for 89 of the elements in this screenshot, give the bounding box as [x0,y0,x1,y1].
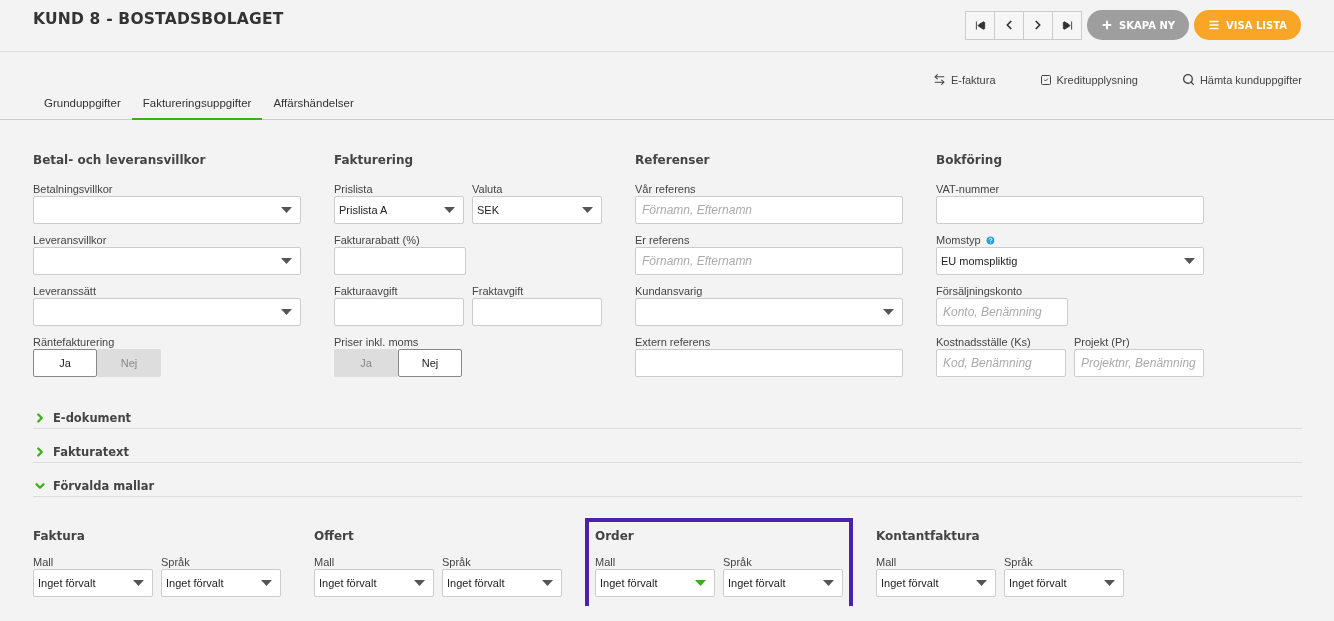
skip-forward-icon [1061,19,1073,31]
skip-back-icon [974,19,986,31]
field-label: Projekt (Pr) [1074,335,1131,349]
page-title: KUND 8 - BOSTADSBOLAGET [33,10,284,28]
input-field[interactable]: Kod, Benämning [936,349,1066,377]
select-field[interactable]: Inget förvalt [1004,569,1124,597]
action-link[interactable]: E-faktura [932,65,996,94]
first-button[interactable] [965,10,996,40]
tab[interactable]: Grunduppgifter [33,94,132,120]
field-label: Språk [442,555,472,569]
caret-icon [883,309,894,315]
field-label: VAT-nummer [936,182,1001,196]
field-label: Prislista [334,182,374,196]
section-title: Fakturering [334,153,415,168]
search-icon [1181,73,1195,86]
tab[interactable]: Affärshändelser [262,94,365,120]
action-link[interactable]: Hämta kunduppgifter [1181,65,1302,94]
caret-icon [281,207,292,213]
field-label: Kundansvarig [635,284,704,298]
action-link[interactable]: Kreditupplysning [1039,65,1138,94]
input-field[interactable]: Förnamn, Efternamn [635,247,903,275]
field-label: Mall [314,555,336,569]
select-field[interactable] [33,247,301,275]
select-field[interactable]: Inget förvalt [161,569,281,597]
input-field[interactable] [472,298,602,326]
field-label: Priser inkl. moms [334,335,420,349]
field-label: Extern referens [635,335,712,349]
caret-icon [1184,258,1195,264]
field-label: Mall [33,555,55,569]
select-field[interactable]: Inget förvalt [595,569,715,597]
select-field[interactable] [33,196,301,224]
select-field[interactable] [635,298,903,326]
input-field[interactable] [936,196,1204,224]
select-field[interactable]: Prislista A [334,196,464,224]
select-field[interactable]: EU momspliktig [936,247,1204,275]
section-title: Bokföring [936,153,1003,168]
input-field[interactable] [635,349,903,377]
field-label: Räntefakturering [33,335,116,349]
select-field[interactable]: Inget förvalt [314,569,434,597]
field-label: Leveranssätt [33,284,97,298]
field-label: Mall [876,555,898,569]
field-label: Vår referens [635,182,697,196]
caret-icon [281,258,292,264]
select-field[interactable] [33,298,301,326]
caret-icon [281,309,292,315]
swap-arrows-icon [932,73,946,86]
field-label: Språk [1004,555,1034,569]
section-title: Order [595,529,635,543]
field-label: Leveransvillkor [33,233,108,247]
field-label: Språk [161,555,191,569]
toggle-option[interactable]: Nej [398,349,462,377]
caret-icon [444,207,455,213]
select-field[interactable]: Inget förvalt [442,569,562,597]
accordion-header[interactable]: Förvalda mallar [33,463,1302,497]
input-field[interactable] [334,298,464,326]
select-field[interactable]: SEK [472,196,602,224]
menu-icon [1208,19,1221,31]
input-field[interactable]: Konto, Benämning [936,298,1068,326]
field-label: Er referens [635,233,691,247]
input-field[interactable]: Projektnr, Benämning [1074,349,1204,377]
accordion-header[interactable]: E-dokument [33,395,1302,429]
field-label: Försäljningskonto [936,284,1024,298]
field-label: Mall [595,555,617,569]
select-field[interactable]: Inget förvalt [33,569,153,597]
tab[interactable]: Faktureringsuppgifter [131,94,263,120]
plus-icon [1101,19,1114,31]
input-field[interactable] [334,247,466,275]
section-title: Betal- och leveransvillkor [33,153,207,168]
accordion-header[interactable]: Fakturatext [33,429,1302,463]
caret-icon [582,207,593,213]
section-title: Offert [314,529,355,543]
field-label: Betalningsvillkor [33,182,114,196]
input-field[interactable]: Förnamn, Efternamn [635,196,903,224]
field-label: Kostnadsställe (Ks) [936,335,1032,349]
section-title: Referenser [635,153,711,168]
field-label: Fakturarabatt (%) [334,233,421,247]
section-title: Faktura [33,529,86,543]
help-icon[interactable] [984,234,996,246]
last-button[interactable] [1052,10,1083,40]
toggle-option[interactable]: Ja [33,349,97,377]
field-label: Språk [723,555,753,569]
select-field[interactable]: Inget förvalt [723,569,843,597]
field-label: Valuta [472,182,504,196]
section-title: Kontantfaktura [876,529,981,543]
field-label: Fraktavgift [472,284,525,298]
field-label: Momstyp [936,234,981,246]
checkbox-icon [1039,73,1052,86]
select-field[interactable]: Inget förvalt [876,569,996,597]
field-label: Fakturaavgift [334,284,399,298]
